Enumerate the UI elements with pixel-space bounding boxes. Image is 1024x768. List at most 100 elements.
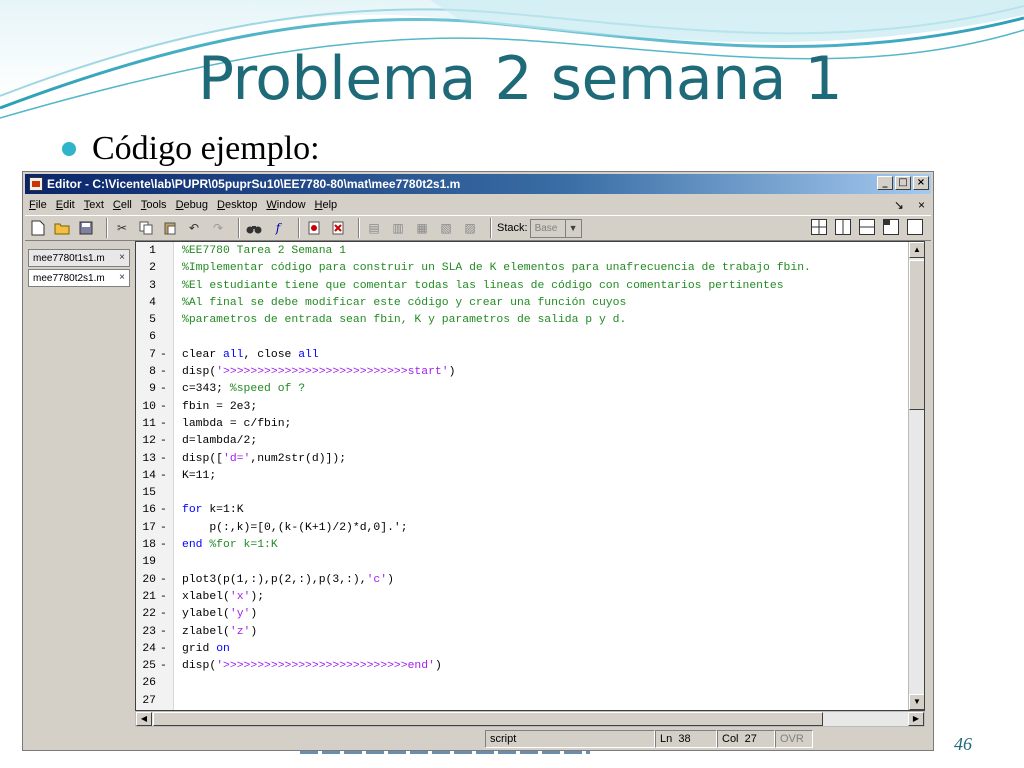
executable-marker[interactable]: - xyxy=(160,589,170,606)
code-line[interactable]: 21- xlabel('x'); xyxy=(142,589,906,606)
horizontal-scroll-thumb[interactable] xyxy=(153,712,823,726)
menu-debug[interactable]: Debug xyxy=(176,199,208,211)
close-document-icon[interactable]: × xyxy=(918,198,925,212)
executable-marker[interactable]: - xyxy=(160,364,170,381)
scroll-up-icon[interactable]: ▲ xyxy=(909,242,924,258)
continue-icon[interactable]: ▧ xyxy=(437,219,455,237)
executable-marker[interactable]: - xyxy=(160,658,170,675)
executable-marker[interactable]: - xyxy=(160,416,170,433)
code-line[interactable]: 18- end %for k=1:K xyxy=(142,537,906,554)
executable-marker[interactable]: - xyxy=(160,381,170,398)
executable-marker[interactable]: - xyxy=(160,502,170,519)
scroll-down-icon[interactable]: ▼ xyxy=(909,694,924,710)
file-tab-mee7780t1s1[interactable]: mee7780t1s1.m × xyxy=(28,249,130,267)
maximize-button[interactable]: □ xyxy=(895,176,911,190)
executable-marker[interactable]: - xyxy=(160,520,170,537)
breakpoint-set-icon[interactable] xyxy=(305,219,323,237)
code-lines[interactable]: 1 %EE7780 Tarea 2 Semana 1 2 %Implementar c… xyxy=(142,243,906,710)
menu-tools[interactable]: Tools xyxy=(141,199,167,211)
code-line[interactable]: 25- disp('>>>>>>>>>>>>>>>>>>>>>>>>>>>end'… xyxy=(142,658,906,675)
executable-marker[interactable]: - xyxy=(160,537,170,554)
undo-icon[interactable]: ↶ xyxy=(185,219,203,237)
document-list: mee7780t1s1.m × mee7780t2s1.m × xyxy=(25,243,133,723)
layout-single-icon[interactable] xyxy=(907,219,923,235)
step-out-icon[interactable]: ▦ xyxy=(413,219,431,237)
code-line[interactable]: 16- for k=1:K xyxy=(142,502,906,519)
code-token: disp([ xyxy=(182,452,224,465)
code-line[interactable]: 5 %parametros de entrada sean fbin, K y p… xyxy=(149,312,906,329)
code-token: zlabel( xyxy=(182,625,230,638)
undock-icon[interactable]: ↘ xyxy=(894,198,904,212)
scroll-right-icon[interactable]: ▶ xyxy=(908,712,924,726)
executable-marker[interactable]: - xyxy=(160,433,170,450)
minimize-button[interactable]: _ xyxy=(877,176,893,190)
redo-icon[interactable]: ↷ xyxy=(209,219,227,237)
function-icon[interactable]: f xyxy=(269,219,287,237)
copy-icon[interactable] xyxy=(137,219,155,237)
layout-grid-icon[interactable] xyxy=(811,219,827,235)
paste-icon[interactable] xyxy=(161,219,179,237)
vertical-scrollbar[interactable]: ▲ ▼ xyxy=(908,242,924,710)
breakpoint-clear-icon[interactable] xyxy=(329,219,347,237)
vertical-scroll-thumb[interactable] xyxy=(909,260,924,410)
horizontal-scrollbar[interactable]: ◀ ▶ xyxy=(135,711,925,727)
code-line[interactable]: 24- grid on xyxy=(142,641,906,658)
new-file-icon[interactable] xyxy=(29,219,47,237)
executable-marker[interactable]: - xyxy=(160,641,170,658)
executable-marker[interactable]: - xyxy=(160,399,170,416)
code-line[interactable]: 14- K=11; xyxy=(142,468,906,485)
code-line[interactable]: 4 %Al final se debe modificar este código… xyxy=(149,295,906,312)
code-line[interactable]: 23- zlabel('z') xyxy=(142,624,906,641)
exit-debug-icon[interactable]: ▨ xyxy=(461,219,479,237)
executable-marker[interactable]: - xyxy=(160,347,170,364)
code-line[interactable]: 26 xyxy=(142,675,906,692)
menu-edit[interactable]: Edit xyxy=(56,199,75,211)
code-line[interactable]: 6 xyxy=(149,329,906,346)
code-line[interactable]: 9- c=343; %speed of ? xyxy=(149,381,906,398)
code-line[interactable]: 2 %Implementar código para construir un S… xyxy=(149,260,906,277)
layout-columns-icon[interactable] xyxy=(835,219,851,235)
code-line[interactable]: 1 %EE7780 Tarea 2 Semana 1 xyxy=(149,243,906,260)
menu-cell[interactable]: Cell xyxy=(113,199,132,211)
menu-help[interactable]: Help xyxy=(315,199,338,211)
code-line[interactable]: 13- disp(['d=' ,num2str(d)]); xyxy=(142,451,906,468)
code-line[interactable]: 10- fbin = 2e3; xyxy=(142,399,906,416)
executable-marker[interactable]: - xyxy=(160,624,170,641)
code-editor[interactable]: 1 %EE7780 Tarea 2 Semana 1 2 %Implementar c… xyxy=(135,241,925,711)
code-line[interactable]: 12- d=lambda/2; xyxy=(142,433,906,450)
cut-icon[interactable]: ✂ xyxy=(113,219,131,237)
open-folder-icon[interactable] xyxy=(53,219,71,237)
window-titlebar[interactable]: Editor - C:\Vicente\lab\PUPR\05puprSu10\… xyxy=(25,174,931,194)
step-in-icon[interactable]: ▥ xyxy=(389,219,407,237)
close-icon[interactable]: × xyxy=(119,272,125,283)
code-line[interactable]: 7- clear all, close all xyxy=(149,347,906,364)
code-line[interactable]: 11- lambda = c/fbin; xyxy=(142,416,906,433)
editor-app-icon xyxy=(29,177,43,191)
code-line[interactable]: 20- plot3(p(1,:),p(2,:),p(3,:),'c') xyxy=(142,572,906,589)
layout-rows-icon[interactable] xyxy=(859,219,875,235)
code-line[interactable]: 27 xyxy=(142,693,906,710)
code-line[interactable]: 3 %El estudiante tiene que comentar todas… xyxy=(149,278,906,295)
close-window-button[interactable]: × xyxy=(913,176,929,190)
layout-tile-icon[interactable] xyxy=(883,219,899,235)
executable-marker[interactable]: - xyxy=(160,572,170,589)
menu-file[interactable]: File xyxy=(29,199,47,211)
menu-desktop[interactable]: Desktop xyxy=(217,199,257,211)
executable-marker[interactable]: - xyxy=(160,468,170,485)
executable-marker[interactable]: - xyxy=(160,451,170,468)
find-icon[interactable] xyxy=(245,219,263,237)
code-line[interactable]: 22- ylabel('y') xyxy=(142,606,906,623)
save-icon[interactable] xyxy=(77,219,95,237)
menu-window[interactable]: Window xyxy=(266,199,305,211)
code-line[interactable]: 17- p(:,k)=[0,(k-(K+1)/2)*d,0].'; xyxy=(142,520,906,537)
code-line[interactable]: 8- disp('>>>>>>>>>>>>>>>>>>>>>>>>>>>start… xyxy=(149,364,906,381)
close-icon[interactable]: × xyxy=(119,252,125,263)
stack-select[interactable]: Base ▼ xyxy=(529,218,582,238)
file-tab-mee7780t2s1[interactable]: mee7780t2s1.m × xyxy=(28,269,130,287)
menu-text[interactable]: Text xyxy=(84,199,104,211)
executable-marker[interactable]: - xyxy=(160,606,170,623)
code-line[interactable]: 19 xyxy=(142,554,906,571)
code-line[interactable]: 15 xyxy=(142,485,906,502)
step-icon[interactable]: ▤ xyxy=(365,219,383,237)
scroll-left-icon[interactable]: ◀ xyxy=(136,712,152,726)
